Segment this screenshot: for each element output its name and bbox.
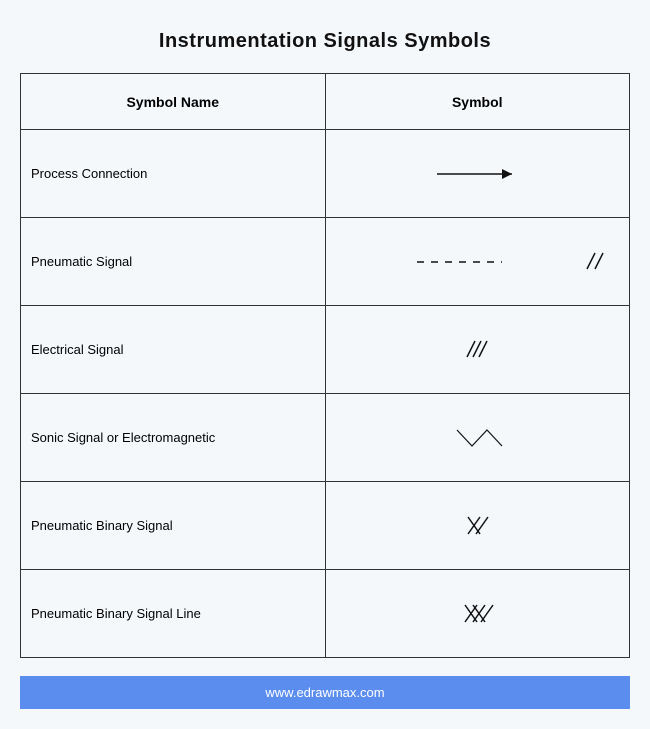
pneumatic-signal-icon: [327, 247, 627, 277]
table-row: Pneumatic Binary Signal Line: [21, 570, 630, 658]
row-symbol: [325, 130, 630, 218]
sonic-electromagnetic-icon: [327, 418, 627, 458]
pneumatic-binary-line-icon: [327, 599, 627, 629]
row-symbol: [325, 218, 630, 306]
row-symbol: [325, 306, 630, 394]
table-row: Electrical Signal: [21, 306, 630, 394]
page-title: Instrumentation Signals Symbols: [20, 30, 630, 53]
electrical-signal-icon: [327, 335, 627, 365]
table-row: Sonic Signal or Electromagnetic: [21, 394, 630, 482]
row-name: Pneumatic Binary Signal: [21, 482, 326, 570]
table-row: Process Connection: [21, 130, 630, 218]
table-row: Pneumatic Binary Signal: [21, 482, 630, 570]
pneumatic-binary-icon: [327, 511, 627, 541]
row-name: Pneumatic Binary Signal Line: [21, 570, 326, 658]
header-symbol-name: Symbol Name: [21, 74, 326, 130]
row-name: Sonic Signal or Electromagnetic: [21, 394, 326, 482]
row-symbol: [325, 394, 630, 482]
row-symbol: [325, 482, 630, 570]
row-name: Process Connection: [21, 130, 326, 218]
header-symbol: Symbol: [325, 74, 630, 130]
table-row: Pneumatic Signal: [21, 218, 630, 306]
row-symbol: [325, 570, 630, 658]
row-name: Pneumatic Signal: [21, 218, 326, 306]
row-name: Electrical Signal: [21, 306, 326, 394]
process-connection-icon: [327, 159, 627, 189]
footer-link[interactable]: www.edrawmax.com: [20, 676, 630, 709]
symbols-table: Symbol Name Symbol Process Connection Pn…: [20, 73, 630, 658]
